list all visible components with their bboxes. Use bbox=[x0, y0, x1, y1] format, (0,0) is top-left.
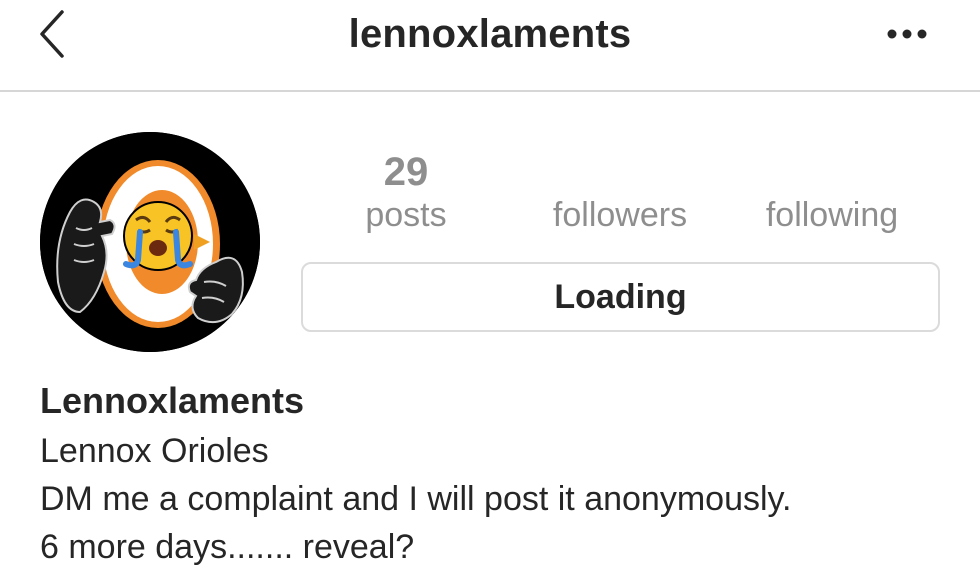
page-title: lennoxlaments bbox=[348, 12, 632, 56]
posts-label[interactable]: posts bbox=[346, 196, 466, 235]
more-horizontal-icon bbox=[887, 29, 927, 39]
bio-line: 6 more days....... reveal? bbox=[40, 528, 415, 566]
following-label[interactable]: following bbox=[752, 196, 912, 235]
bio-line: Lennox Orioles bbox=[40, 432, 269, 470]
posts-count: 29 bbox=[383, 150, 429, 194]
more-options-button[interactable] bbox=[880, 20, 936, 50]
top-nav-bar: lennoxlaments bbox=[0, 0, 980, 92]
profile-avatar[interactable] bbox=[40, 132, 260, 352]
profile-display-name: Lennoxlaments bbox=[40, 380, 305, 421]
followers-label[interactable]: followers bbox=[540, 196, 700, 235]
bio-line: DM me a complaint and I will post it ano… bbox=[40, 480, 792, 518]
profile-screen: lennoxlaments 29 posts followers followi… bbox=[0, 0, 980, 572]
crying-emoji-avatar bbox=[40, 132, 260, 352]
loading-button[interactable]: Loading bbox=[301, 262, 940, 332]
